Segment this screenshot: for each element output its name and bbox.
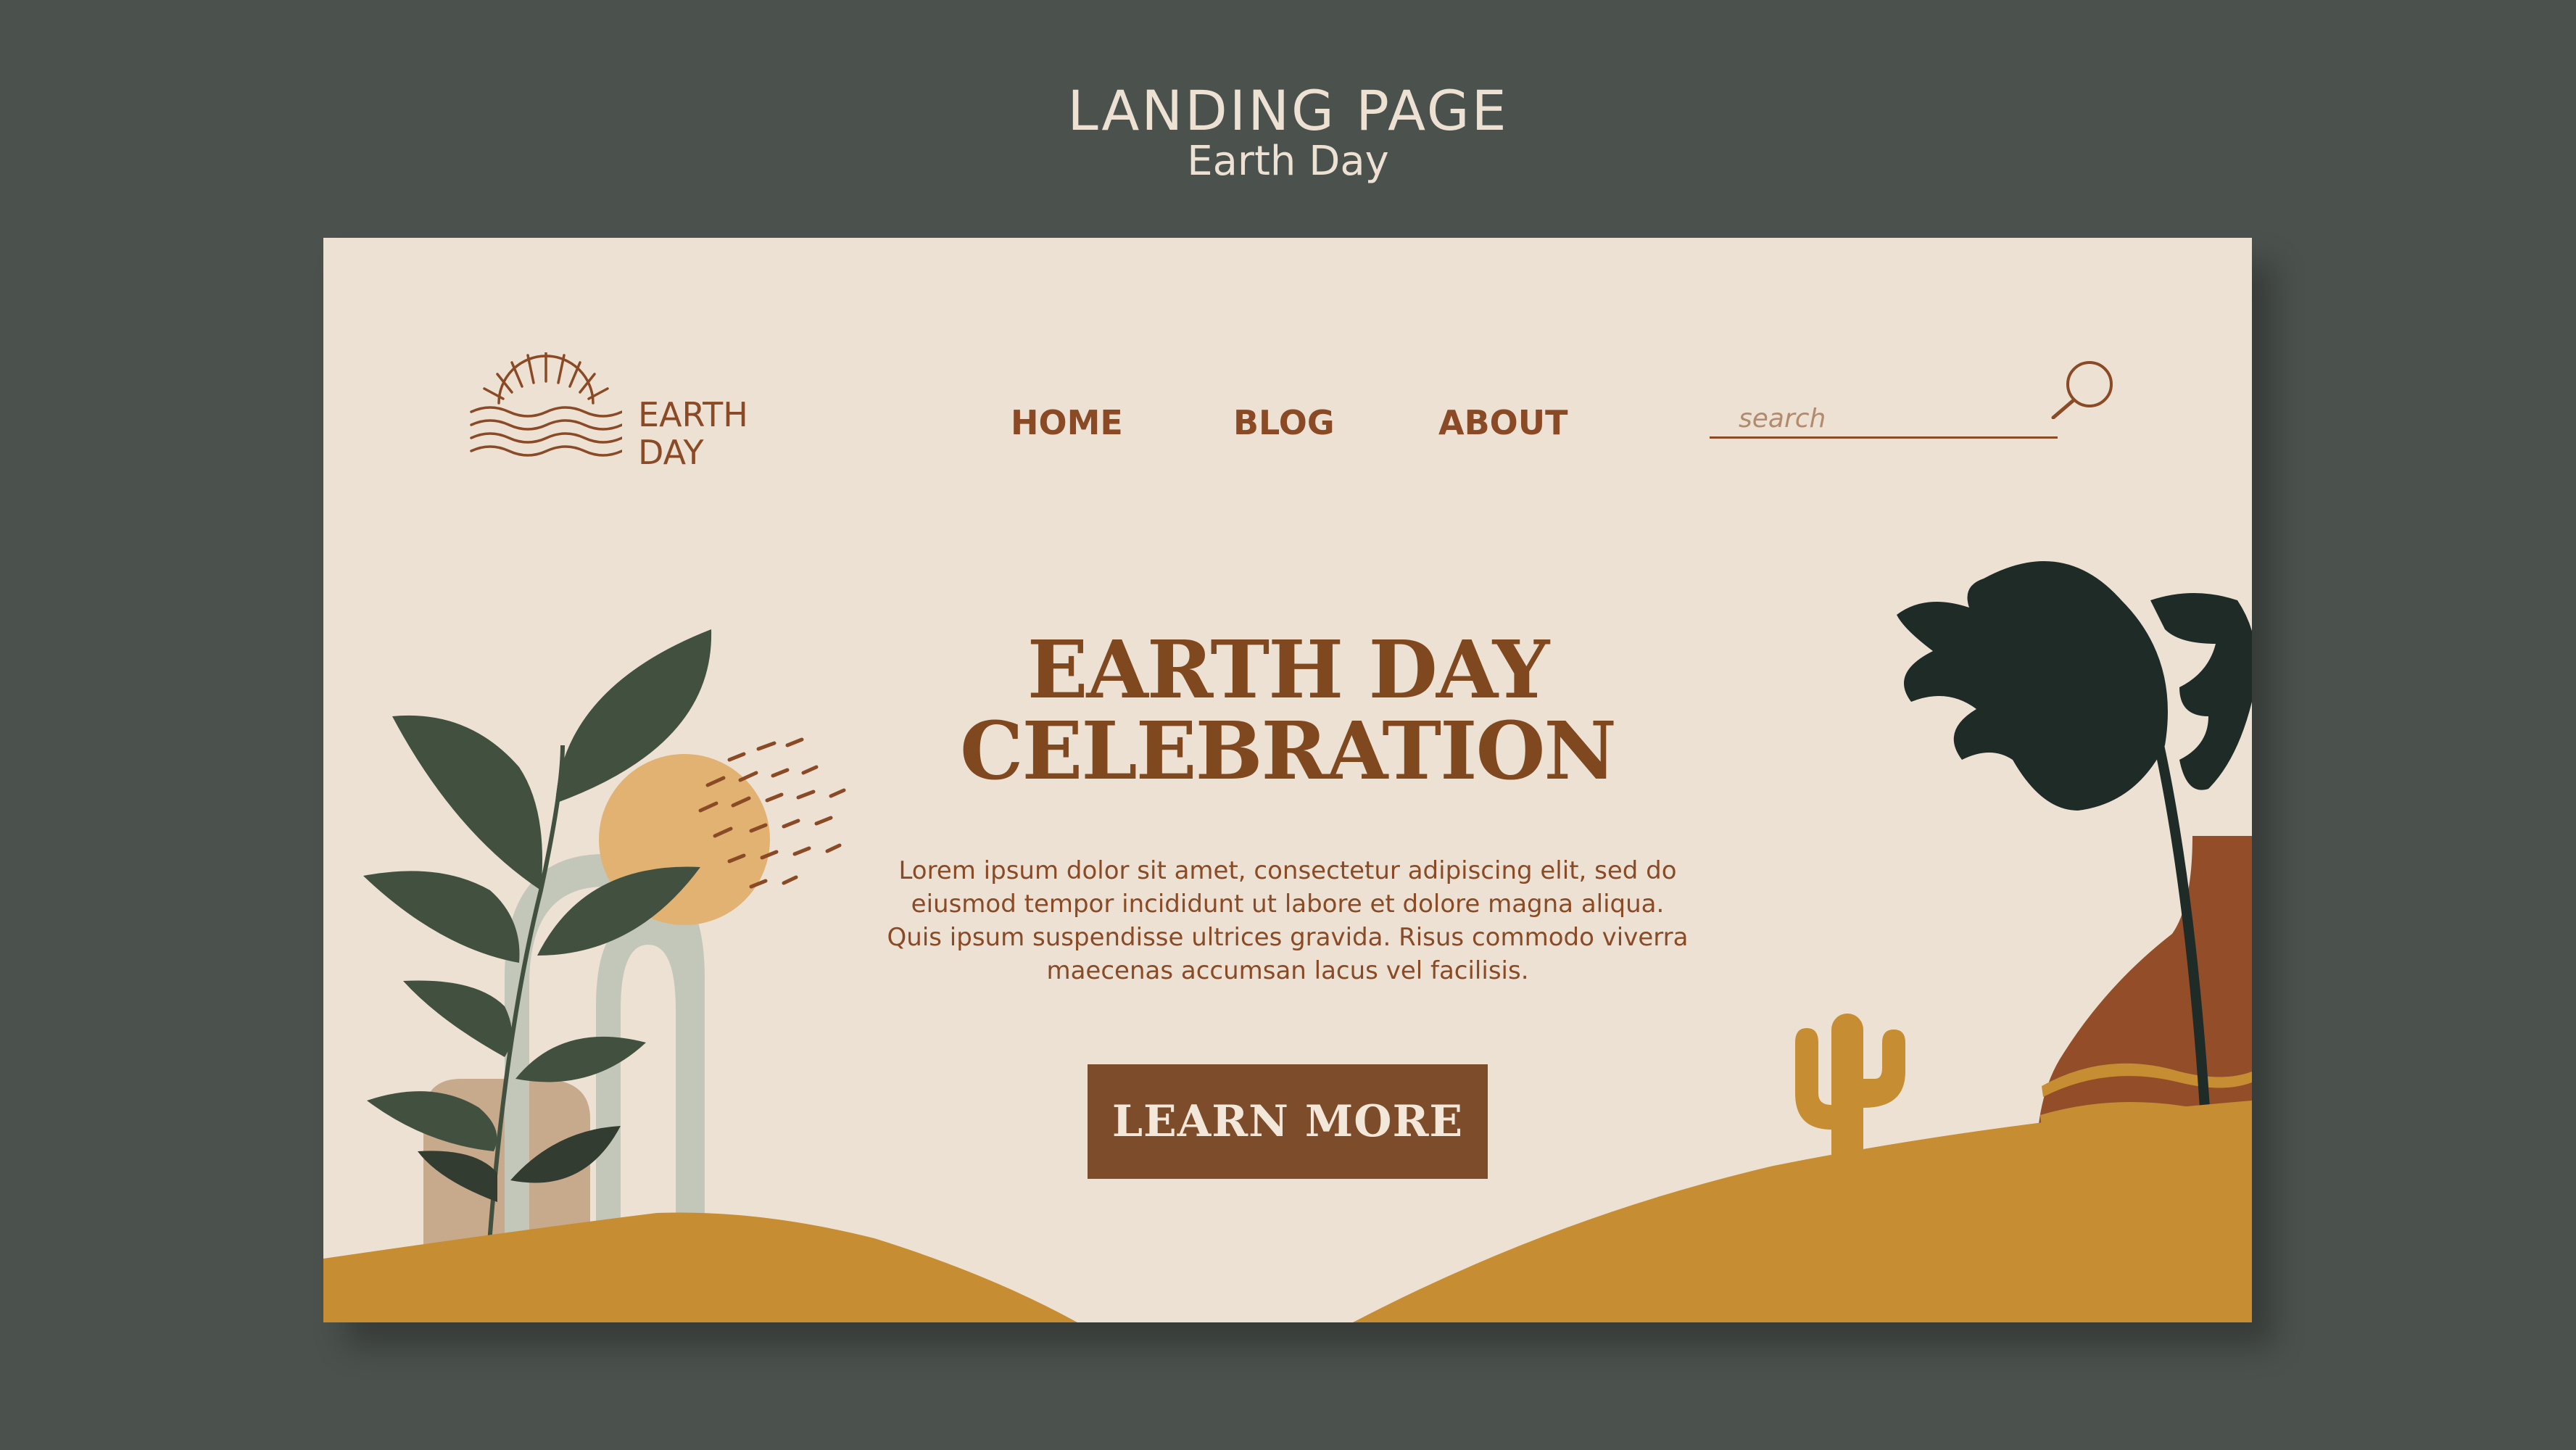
sand-dune-right bbox=[1353, 1101, 2252, 1322]
hero-title-line1: EARTH DAY bbox=[1027, 623, 1550, 716]
showcase-title: LANDING PAGE bbox=[1067, 78, 1509, 143]
brand-name-line2: DAY bbox=[638, 433, 704, 472]
hero-title-line2: CELEBRATION bbox=[960, 704, 1617, 798]
search-icon[interactable] bbox=[2049, 360, 2116, 419]
nav-home-link[interactable]: HOME bbox=[1011, 403, 1123, 442]
monstera-leaf bbox=[1897, 561, 2252, 811]
landing-page-mockup: EARTH DAY HOME BLOG ABOUT EARTH DAY CELE… bbox=[323, 238, 2252, 1322]
hero-description: Lorem ipsum dolor sit amet, consectetur … bbox=[887, 856, 1689, 985]
search-input[interactable] bbox=[1710, 400, 2058, 439]
brand-name-line1: EARTH bbox=[638, 395, 748, 434]
sunrise-waves-icon bbox=[470, 352, 622, 457]
brand-logo[interactable]: EARTH DAY bbox=[470, 352, 782, 471]
showcase-subtitle: Earth Day bbox=[1187, 138, 1389, 185]
nav-about-link[interactable]: ABOUT bbox=[1438, 403, 1568, 442]
nav-blog-link[interactable]: BLOG bbox=[1233, 403, 1335, 442]
learn-more-button[interactable]: LEARN MORE bbox=[1088, 1064, 1488, 1179]
hero-title: EARTH DAY CELEBRATION bbox=[889, 629, 1686, 792]
search-bar bbox=[1710, 360, 2116, 439]
brand-name: EARTH DAY bbox=[638, 396, 748, 471]
